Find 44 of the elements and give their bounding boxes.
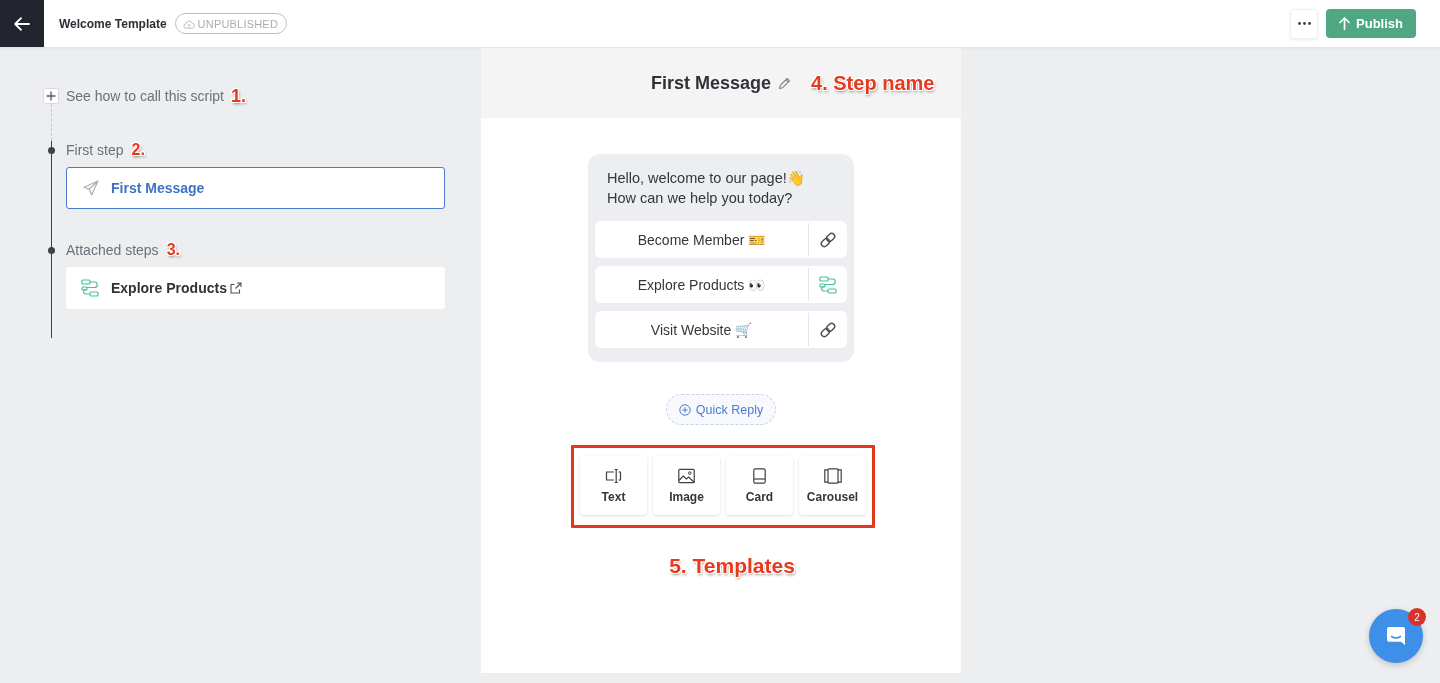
annotation-label: 4. Step name [811, 71, 935, 95]
template-button[interactable]: Text [580, 456, 647, 515]
annotation-label: 3. [166, 241, 180, 259]
section-heading: Attached steps [66, 242, 159, 258]
script-link[interactable]: See how to call this script [66, 88, 224, 104]
step-name: First Message [650, 72, 772, 94]
paper-plane-icon [83, 180, 99, 196]
flow-icon [81, 279, 99, 297]
step-card[interactable]: Explore Products [66, 267, 445, 309]
quick-reply-button[interactable]: Quick Reply [666, 394, 776, 425]
reply-button[interactable]: Become Member 🎫 [595, 221, 847, 258]
arrow-up-icon [1339, 17, 1350, 30]
plus-icon[interactable] [43, 88, 59, 104]
annotation-label: 2. [131, 141, 145, 159]
flow-icon [819, 275, 837, 294]
section-heading: First step [66, 142, 124, 158]
more-button[interactable] [1290, 8, 1318, 39]
more-icon [1297, 22, 1311, 25]
template-button[interactable]: Image [653, 456, 720, 515]
template-button[interactable]: Card [726, 456, 793, 515]
template-button[interactable]: Carousel [799, 456, 866, 515]
step-card[interactable]: First Message [66, 167, 445, 209]
unread-count: 2 [1408, 608, 1426, 626]
plus-circle-icon [678, 403, 691, 416]
annotation-label: 1. [230, 85, 246, 107]
external-link-icon[interactable] [229, 282, 242, 294]
carousel-icon [822, 467, 843, 484]
text-box-icon [605, 467, 622, 484]
link-icon[interactable] [819, 230, 837, 249]
back-button[interactable] [0, 0, 44, 47]
chat-bubble-icon [1385, 625, 1407, 647]
cloud-icon [182, 18, 195, 29]
card-icon [753, 467, 766, 484]
message-text: Hello, welcome to our page!👋 How can we help you today? [607, 169, 806, 208]
image-icon [678, 467, 695, 484]
arrow-left-icon [14, 16, 30, 31]
pencil-icon[interactable] [778, 76, 792, 90]
chat-launcher-button[interactable] [1369, 609, 1423, 663]
annotation-label: 5. Templates [669, 554, 795, 577]
reply-button[interactable]: Explore Products 👀 [595, 266, 847, 303]
status-text: UNPUBLISHED [197, 17, 279, 30]
template-title: Welcome Template [59, 16, 167, 31]
reply-button[interactable]: Visit Website 🛒 [595, 311, 847, 348]
link-icon[interactable] [819, 320, 837, 339]
